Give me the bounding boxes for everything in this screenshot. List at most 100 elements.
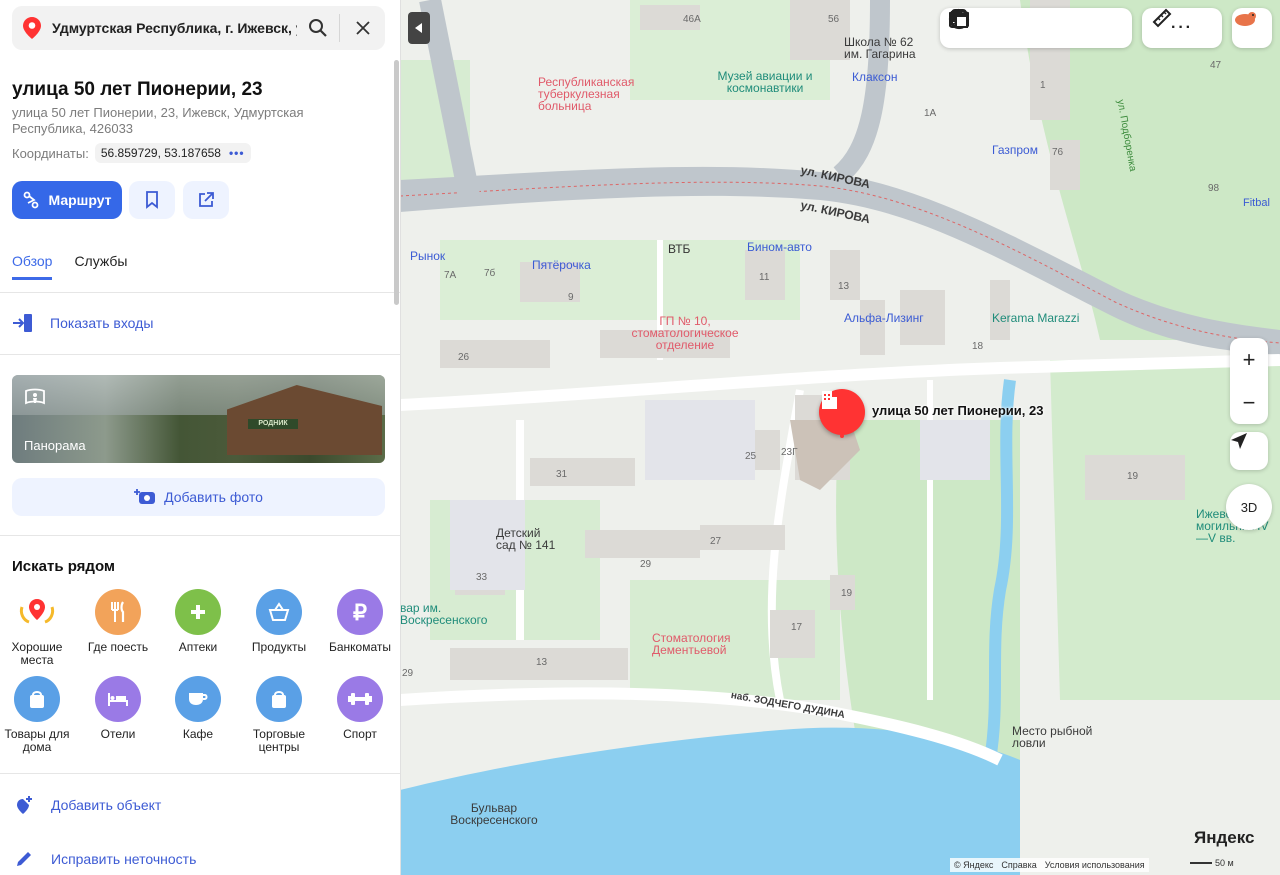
- bookmark-button[interactable]: [129, 181, 175, 219]
- route-icon: [24, 191, 39, 209]
- museum-label: Музей авиации и космонавтики: [717, 69, 813, 95]
- poi-label: Бином-авто: [747, 240, 812, 254]
- scrollbar[interactable]: [394, 60, 399, 305]
- copyright-text: © Яндекс: [954, 860, 994, 870]
- boulevard-label: Бульвар Воскресенского: [450, 801, 538, 827]
- nearby-label: Торговые центры: [252, 727, 306, 754]
- fix-inaccuracy-link[interactable]: Исправить неточность: [14, 849, 196, 869]
- panorama-sign: РОДНИК: [248, 419, 298, 429]
- coordinates-more-button[interactable]: •••: [229, 146, 245, 160]
- house-number: 31: [556, 469, 568, 480]
- house-number: 19: [841, 588, 853, 599]
- building-icon: [822, 391, 837, 409]
- marker-point: [840, 434, 844, 438]
- route-button[interactable]: Маршрут: [12, 181, 122, 219]
- house-number: 27: [710, 536, 722, 547]
- nearby-cafes[interactable]: Кафе: [158, 676, 238, 741]
- nearby-good-places[interactable]: Хорошие места: [0, 589, 77, 667]
- nearby-home-goods[interactable]: Товары для дома: [0, 676, 77, 754]
- coordinates-chip[interactable]: 56.859729, 53.187658 •••: [94, 143, 251, 163]
- pencil-icon: [17, 852, 31, 866]
- locate-me-button[interactable]: [1230, 432, 1268, 470]
- house-number: 56: [828, 14, 840, 25]
- show-entrances-label: Показать входы: [50, 315, 154, 331]
- help-link[interactable]: Справка: [1001, 860, 1036, 870]
- nearby-label: Товары для дома: [4, 727, 70, 754]
- panorama-preview[interactable]: РОДНИК Панорама: [12, 375, 385, 463]
- collapse-panel-button[interactable]: [408, 12, 430, 44]
- bed-icon: [95, 676, 141, 722]
- nearby-label: Где поесть: [87, 640, 149, 654]
- zoom-out-button[interactable]: −: [1243, 381, 1256, 424]
- hospital-label: Республиканская туберкулезная больница: [538, 75, 635, 113]
- chevron-left-icon: [415, 23, 422, 33]
- nearby-atms[interactable]: ₽ Банкоматы: [320, 589, 400, 654]
- divider: [0, 292, 400, 293]
- poi-label: Kerama Marazzi: [992, 311, 1080, 325]
- map-footer: © Яндекс Справка Условия использования: [950, 858, 1149, 872]
- boulevard-label: вар им. Воскресенского: [400, 601, 488, 627]
- house-number: 19: [1127, 471, 1139, 482]
- nearby-malls[interactable]: Торговые центры: [239, 676, 319, 754]
- coordinates-label: Координаты:: [12, 145, 89, 161]
- house-number: 11: [759, 272, 770, 283]
- nearby-groceries[interactable]: Продукты: [239, 589, 319, 654]
- search-input[interactable]: Удмуртская Республика, г. Ижевск, у: [52, 20, 297, 36]
- ruler-icon[interactable]: [1152, 8, 1172, 28]
- zoom-in-button[interactable]: +: [1243, 338, 1256, 381]
- share-button[interactable]: [183, 181, 229, 219]
- medal-icon: [14, 589, 60, 635]
- divider: [0, 535, 400, 536]
- fix-inaccuracy-label: Исправить неточность: [51, 851, 197, 867]
- user-avatar[interactable]: [1232, 8, 1272, 48]
- nearby-label: Аптеки: [178, 640, 218, 654]
- search-button[interactable]: [297, 6, 339, 50]
- show-entrances-link[interactable]: Показать входы: [12, 313, 153, 333]
- add-photo-button[interactable]: Добавить фото: [12, 478, 385, 516]
- nearby-label: Спорт: [343, 727, 377, 741]
- nearby-label: Кафе: [182, 727, 214, 741]
- nearby-pharmacies[interactable]: Аптеки: [158, 589, 238, 654]
- dumbbell-icon: [337, 676, 383, 722]
- basket-icon: [256, 589, 302, 635]
- three-d-button[interactable]: 3D: [1226, 484, 1272, 530]
- add-place-icon: [17, 796, 32, 814]
- coordinates-value: 56.859729, 53.187658: [100, 146, 221, 160]
- more-icon[interactable]: ···: [1171, 19, 1193, 37]
- house-number: 7А: [444, 270, 457, 281]
- three-d-label: 3D: [1240, 499, 1258, 515]
- camera-plus-icon: [134, 489, 156, 504]
- poi-label: Альфа-Лизинг: [844, 311, 924, 325]
- ruble-icon: ₽: [337, 589, 383, 635]
- nearby-hotels[interactable]: Отели: [78, 676, 158, 741]
- map[interactable]: ул. КИРОВА ул. КИРОВА Республиканская ту…: [400, 0, 1280, 875]
- tab-overview[interactable]: Обзор: [12, 253, 53, 280]
- clinic-label: Стоматология Дементьевой: [652, 631, 731, 657]
- house-number: 13: [536, 657, 548, 668]
- scale-label: 50 м: [1215, 858, 1234, 868]
- scale-line: [1190, 862, 1212, 864]
- selected-marker-pin[interactable]: [819, 389, 865, 435]
- nearby-sport[interactable]: Спорт: [320, 676, 400, 741]
- share-icon: [199, 192, 214, 207]
- house-number: 13: [838, 281, 850, 292]
- house-number: 1: [1040, 80, 1046, 91]
- bookmark-icon: [146, 191, 158, 209]
- yandex-logo: Яндекс: [1194, 828, 1255, 847]
- route-label: Маршрут: [48, 192, 112, 208]
- fork-knife-icon: [95, 589, 141, 635]
- panorama-icon: [24, 387, 46, 412]
- location-pin-icon: [12, 17, 52, 39]
- house-number: 46А: [683, 14, 701, 25]
- terms-link[interactable]: Условия использования: [1045, 860, 1145, 870]
- add-object-link[interactable]: Добавить объект: [14, 795, 161, 815]
- nearby-label: Хорошие места: [11, 640, 63, 667]
- close-button[interactable]: [340, 6, 385, 50]
- nearby-food[interactable]: Где поесть: [78, 589, 158, 654]
- search-bar: Удмуртская Республика, г. Ижевск, у: [12, 6, 385, 50]
- nearby-label: Продукты: [251, 640, 307, 654]
- copy-icon[interactable]: [948, 8, 970, 30]
- school-label: Школа № 62 им. Гагарина: [844, 35, 916, 61]
- tools-toolbar: ···: [1142, 8, 1222, 48]
- tab-services[interactable]: Службы: [74, 253, 127, 280]
